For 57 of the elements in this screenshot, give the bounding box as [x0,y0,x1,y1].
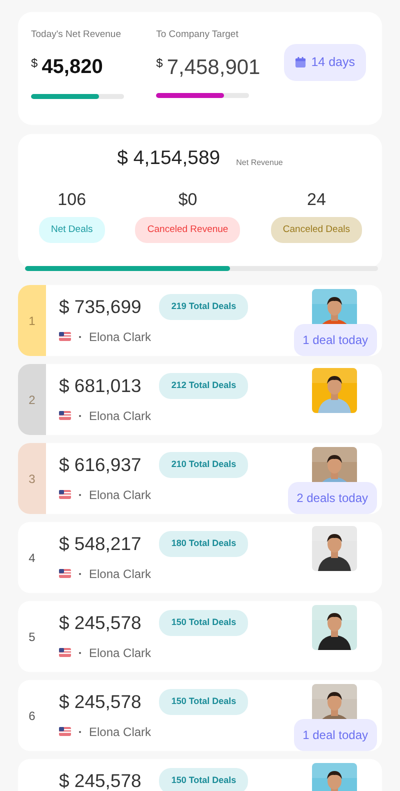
deal-amount: $ 245,578 [59,612,142,633]
separator-dot [79,730,81,732]
metric-label: To Company Target [156,28,240,42]
separator-dot [79,414,81,416]
currency-symbol: $ [31,55,38,72]
deal-amount: $ 245,578 [59,770,142,791]
stat-value: 106 [58,189,86,212]
calendar-icon [295,56,306,68]
deal-amount: $ 681,013 [59,376,142,396]
deal-amount: $ 735,699 [59,296,142,317]
rank-number: 2 [28,392,36,408]
total-deals-tag: 150 Total Deals [159,689,248,714]
stat-tag: Net Deals [39,216,105,243]
seller-name: Elona Clark [89,566,152,582]
metric-value: 45,820 [42,55,103,80]
total-deals-tag: 210 Total Deals [159,452,248,478]
stat-value: 24 [306,189,326,212]
separator-dot [79,336,81,338]
flag-icon [59,648,71,657]
stat-value: $0 [178,189,198,212]
flag-icon [59,411,71,420]
separator-dot [79,652,81,654]
total-deals-tag: 212 Total Deals [159,373,248,398]
rank-number: 3 [28,470,36,488]
seller-name: Elona Clark [89,328,152,346]
deals-today-tag: 1 deal today [294,324,377,356]
rank-number: 4 [28,550,36,566]
deal-amount: $ 616,937 [59,454,142,475]
flag-icon [59,727,71,736]
flag-icon [59,332,71,341]
separator-dot [79,572,81,574]
metric-value: 7,458,901 [166,55,260,82]
total-deals-tag: 180 Total Deals [159,531,248,556]
stat-tag: Canceled Deals [270,216,362,243]
separator-dot [79,494,81,496]
seller-name: Elona Clark [89,486,152,504]
seller-name: Elona Clark [89,408,152,424]
seller-name: Elona Clark [89,644,152,662]
revenue-label: Net Revenue [236,157,283,170]
period-button[interactable]: 14 days [284,44,366,81]
flag-icon [59,490,71,499]
stat-tag: Canceled Revenue [135,216,240,243]
total-deals-tag: 150 Total Deals [159,610,248,636]
total-deals-tag: 150 Total Deals [159,768,248,791]
rank-number: 6 [28,708,36,724]
total-revenue: $ 4,154,589 [117,146,220,171]
rank-number: 1 [28,312,36,330]
metric-label: Today's Net Revenue [31,28,122,42]
flag-icon [59,569,71,578]
deals-today-tag: 2 deals today [288,482,377,514]
deal-amount: $ 245,578 [59,692,142,712]
currency-symbol: $ [156,55,163,72]
rank-number: 5 [28,628,36,646]
seller-name: Elona Clark [89,724,152,740]
deals-today-tag: 1 deal today [294,719,377,751]
total-deals-tag: 219 Total Deals [159,294,248,320]
deal-amount: $ 548,217 [59,534,142,554]
